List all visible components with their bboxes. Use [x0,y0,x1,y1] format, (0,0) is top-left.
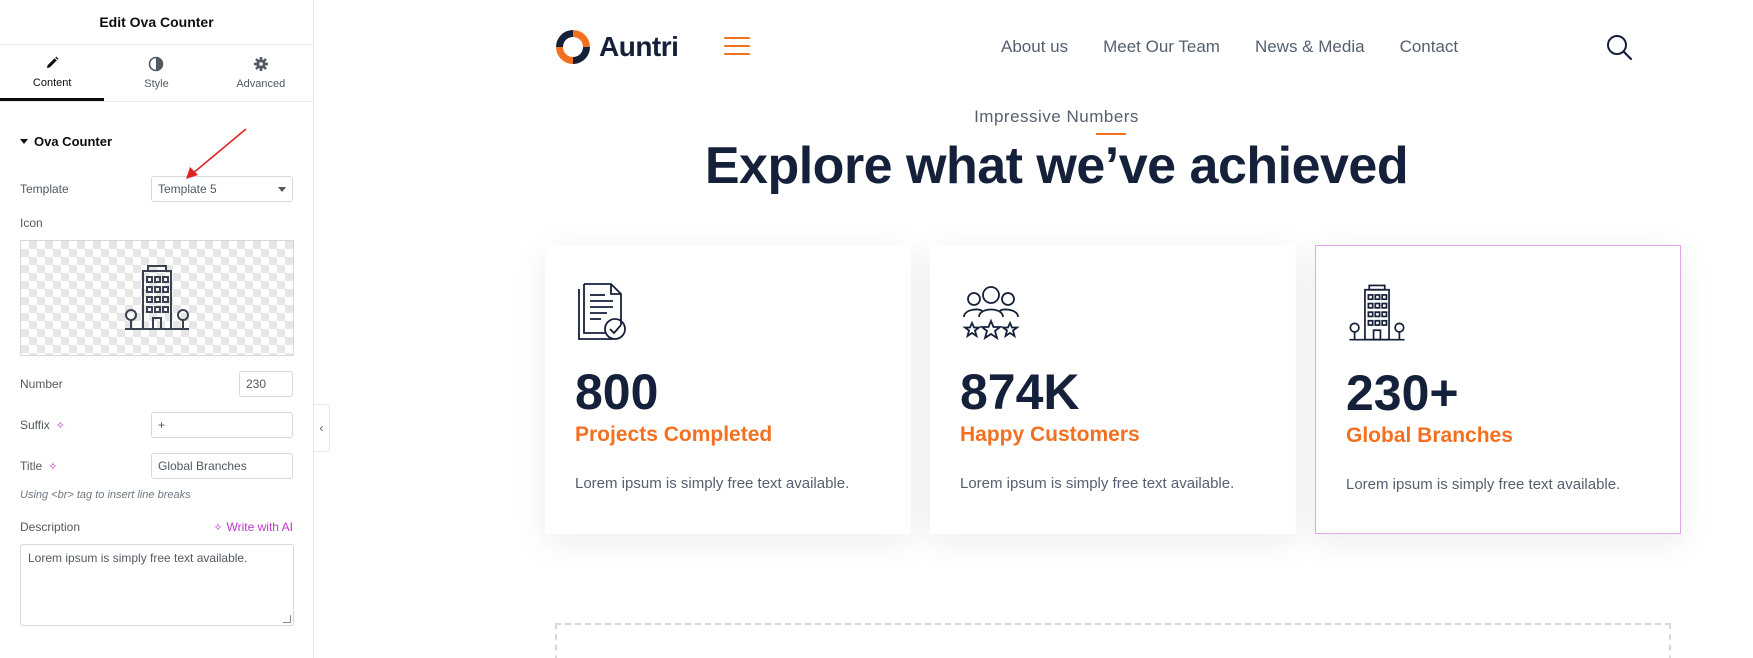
building-icon [125,265,189,330]
gear-icon [253,57,268,71]
customers-stars-icon [962,286,1020,341]
section-toggle-ova-counter[interactable]: Ova Counter [20,134,112,149]
tab-style[interactable]: Style [104,45,208,101]
caret-down-icon [20,139,28,144]
pencil-icon [47,56,59,68]
icon-picker[interactable] [20,240,294,356]
counter-number: 800 [575,364,659,420]
counter-number: 230+ [1346,365,1459,421]
suffix-label-text: Suffix [20,418,50,432]
icon-label: Icon [20,216,43,230]
panel-title: Edit Ova Counter [0,0,313,45]
counter-number: 874K [960,364,1080,420]
ai-sparkle-icon[interactable]: ✧ [48,460,57,473]
hamburger-menu-icon[interactable] [724,37,750,61]
counter-card-customers[interactable]: 874K Happy Customers Lorem ipsum is simp… [930,245,1296,534]
title-label: Title ✧ [20,459,57,473]
hamburger-line [724,53,750,55]
template-select-value: Template 5 [158,182,217,196]
tab-advanced[interactable]: Advanced [209,45,313,101]
number-input[interactable]: 230 [239,371,293,397]
template-label: Template [20,182,69,196]
description-label: Description [20,520,81,534]
suffix-input[interactable]: + [151,412,293,438]
eyebrow-underline [1096,133,1126,135]
document-check-icon [578,283,626,340]
annotation-arrow-icon [186,128,247,179]
counter-description: Lorem ipsum is simply free text availabl… [1346,476,1621,493]
counter-card-branches[interactable]: 230+ Global Branches Lorem ipsum is simp… [1315,245,1681,534]
nav-item-contact[interactable]: Contact [1400,37,1459,57]
nav-item-news-media[interactable]: News & Media [1255,37,1365,57]
counter-description: Lorem ipsum is simply free text availabl… [960,475,1235,492]
chevron-left-icon: ‹ [319,421,324,435]
description-textarea[interactable]: Lorem ipsum is simply free text availabl… [20,544,294,626]
tab-content-label: Content [32,76,72,89]
ai-sparkle-icon[interactable]: ✧ [56,419,65,432]
counter-title: Global Branches [1346,424,1513,447]
counter-description: Lorem ipsum is simply free text availabl… [575,475,850,492]
search-icon[interactable] [1605,33,1633,61]
write-with-ai-label: Write with AI [226,520,293,534]
number-label: Number [20,377,63,391]
tab-style-label: Style [144,78,169,90]
description-text: Lorem ipsum is simply free text availabl… [28,551,248,565]
site-logo[interactable]: Auntri [553,27,679,67]
section-title: Ova Counter [34,134,113,149]
counter-title: Projects Completed [575,423,773,446]
section-eyebrow: Impressive Numbers [974,107,1139,126]
nav-item-meet-our-team[interactable]: Meet Our Team [1103,37,1220,57]
contrast-icon [149,56,164,72]
title-label-text: Title [20,459,43,473]
resize-handle-icon[interactable] [283,615,291,623]
hamburger-line [724,37,750,39]
counter-card-projects[interactable]: 800 Projects Completed Lorem ipsum is si… [545,245,911,534]
hamburger-line [724,45,750,47]
ai-sparkle-icon: ✧ [213,521,223,534]
title-hint: Using <br> tag to insert line breaks [20,489,191,501]
nav-item-about-us[interactable]: About us [1001,37,1068,57]
main-nav: About us Meet Our Team News & Media Cont… [1001,37,1458,57]
counter-title: Happy Customers [960,423,1140,446]
empty-section-dropzone[interactable] [555,623,1671,658]
building-icon [1349,284,1405,341]
chevron-down-icon [278,186,286,192]
tab-advanced-label: Advanced [236,78,286,90]
suffix-label: Suffix ✧ [20,418,65,432]
logo-gear-icon [556,30,590,64]
brand-name: Auntri [599,31,679,62]
tab-content[interactable]: Content [0,45,105,101]
panel-collapse-button[interactable]: ‹ [314,404,330,452]
editor-panel: Edit Ova Counter Content Style Advanced … [0,0,314,658]
title-input[interactable]: Global Branches [151,453,293,479]
write-with-ai-button[interactable]: ✧ Write with AI [213,520,293,534]
panel-tabs: Content Style Advanced [0,45,313,102]
section-heading: Explore what we’ve achieved [704,137,1409,195]
